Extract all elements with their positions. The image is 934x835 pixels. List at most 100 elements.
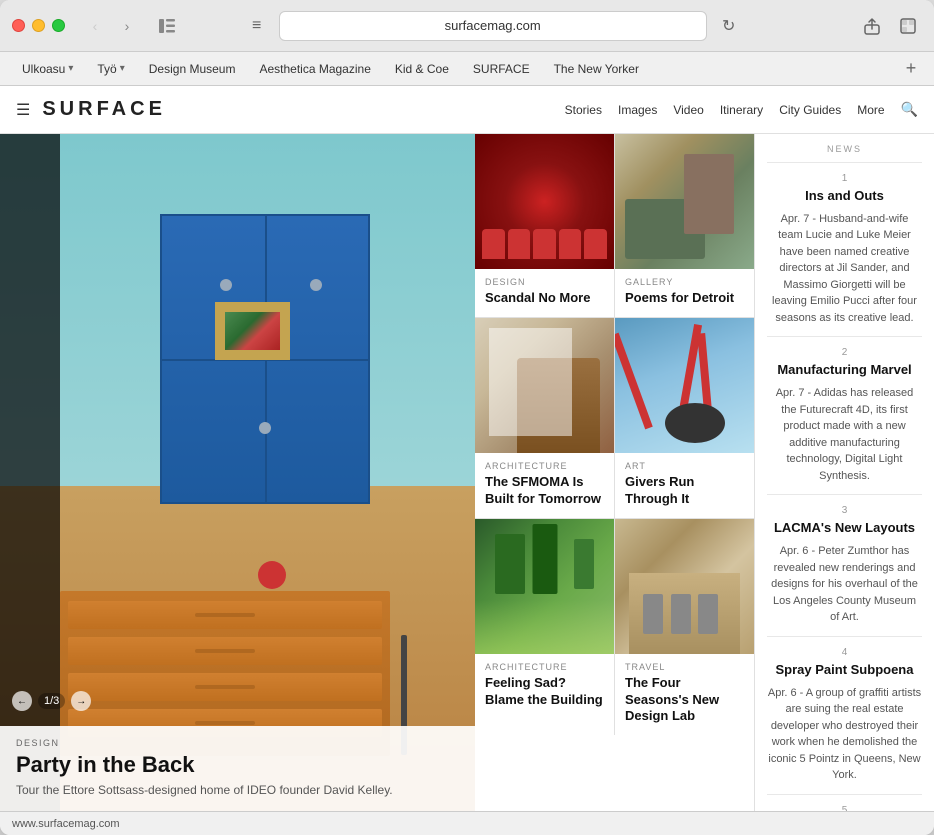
bookmark-design-museum[interactable]: Design Museum [139, 58, 246, 80]
website: ☰ SURFACE Stories Images Video Itinerary… [0, 86, 934, 811]
bookmark-aesthetica[interactable]: Aesthetica Magazine [249, 58, 380, 80]
hero-section[interactable]: ← 1/3 → DESIGN Party in the Back Tour th… [0, 134, 475, 811]
title-bar: ‹ › ≡ surfacemag.com ↻ [0, 0, 934, 52]
bookmark-ulkoasu[interactable]: Ulkoasu [12, 58, 83, 80]
sidebar-text-3: Apr. 6 - Peter Zumthor has revealed new … [767, 543, 922, 626]
grid-caption-4: ART Givers Run Through It [615, 453, 754, 518]
hero-page-label: 1/3 [44, 695, 59, 707]
sidebar-item-1[interactable]: 1 Ins and Outs Apr. 7 - Husband-and-wife… [767, 162, 922, 336]
hero-caption: DESIGN Party in the Back Tour the Ettore… [0, 726, 475, 811]
drawer-handle-1 [195, 613, 255, 617]
grid-category-2: GALLERY [625, 277, 744, 287]
main-content: ← 1/3 → DESIGN Party in the Back Tour th… [0, 134, 934, 811]
grid-item-4[interactable]: ART Givers Run Through It [615, 318, 754, 518]
sidebar-item-2[interactable]: 2 Manufacturing Marvel Apr. 7 - Adidas h… [767, 336, 922, 494]
drawer-handle-2 [195, 649, 255, 653]
url-bar[interactable]: surfacemag.com [279, 11, 707, 41]
grid-item-6[interactable]: TRAVEL The Four Seasons's New Design Lab [615, 519, 754, 736]
grid-title-5: Feeling Sad? Blame the Building [485, 675, 604, 709]
grid-container: DESIGN Scandal No More GALLERY Poems for… [475, 134, 754, 735]
grid-item-2[interactable]: GALLERY Poems for Detroit [615, 134, 754, 317]
sidebar-text-2: Apr. 7 - Adidas has released the Futurec… [767, 385, 922, 484]
traffic-lights [12, 19, 65, 32]
dresser-drawer-2 [68, 637, 382, 665]
minimize-button[interactable] [32, 19, 45, 32]
site-header: ☰ SURFACE Stories Images Video Itinerary… [0, 86, 934, 134]
new-tab-button[interactable] [894, 12, 922, 40]
grid-section: DESIGN Scandal No More GALLERY Poems for… [475, 134, 754, 811]
bookmarks-bar: Ulkoasu Työ Design Museum Aesthetica Mag… [0, 52, 934, 86]
cabinet-handle-tr [310, 279, 322, 291]
back-button[interactable]: ‹ [81, 12, 109, 40]
toolbar-right [858, 12, 922, 40]
refresh-button[interactable]: ↻ [715, 12, 743, 40]
sidebar-title-1: Ins and Outs [767, 188, 922, 205]
grid-image-2 [615, 134, 754, 269]
bookmark-surface[interactable]: SURFACE [463, 58, 540, 80]
grid-title-4: Givers Run Through It [625, 474, 744, 508]
hero-next-button[interactable]: → [71, 691, 91, 711]
grid-category-5: ARCHITECTURE [485, 662, 604, 672]
close-button[interactable] [12, 19, 25, 32]
search-icon[interactable]: 🔍 [901, 101, 918, 118]
grid-item-1[interactable]: DESIGN Scandal No More [475, 134, 614, 317]
grid-title-2: Poems for Detroit [625, 290, 744, 307]
grid-title-6: The Four Seasons's New Design Lab [625, 675, 744, 726]
grid-item-5[interactable]: ARCHITECTURE Feeling Sad? Blame the Buil… [475, 519, 614, 736]
hero-nav: ← 1/3 → [12, 691, 91, 711]
grid-category-6: TRAVEL [625, 662, 744, 672]
sidebar-num-4: 4 [767, 647, 922, 658]
sidebar-item-5[interactable]: 5 Side Hustles Apr. 6 - Hood by Air is b… [767, 794, 922, 811]
grid-caption-5: ARCHITECTURE Feeling Sad? Blame the Buil… [475, 654, 614, 719]
sidebar-toggle-button[interactable] [153, 12, 181, 40]
grid-image-1 [475, 134, 614, 269]
dresser-drawer-1 [68, 601, 382, 629]
hero-category: DESIGN [16, 738, 459, 748]
red-object [258, 561, 286, 589]
grid-caption-2: GALLERY Poems for Detroit [615, 269, 754, 317]
nav-images[interactable]: Images [618, 103, 657, 117]
status-url: www.surfacemag.com [12, 818, 120, 830]
site-nav: Stories Images Video Itinerary City Guid… [565, 101, 918, 118]
right-sidebar: NEWS 1 Ins and Outs Apr. 7 - Husband-and… [754, 134, 934, 811]
bookmark-kid-coe[interactable]: Kid & Coe [385, 58, 459, 80]
nav-more[interactable]: More [857, 103, 884, 117]
grid-item-3[interactable]: ARCHITECTURE The SFMOMA Is Built for Tom… [475, 318, 614, 518]
hamburger-icon[interactable]: ☰ [16, 100, 30, 120]
cabinet-handle-tl [220, 279, 232, 291]
nav-buttons: ‹ › [81, 12, 141, 40]
sidebar-title-2: Manufacturing Marvel [767, 362, 922, 379]
picture-art [225, 312, 280, 350]
browser-window: ‹ › ≡ surfacemag.com ↻ [0, 0, 934, 835]
maximize-button[interactable] [52, 19, 65, 32]
url-bar-container: ≡ surfacemag.com ↻ [243, 11, 743, 41]
add-tab-button[interactable]: + [900, 58, 922, 80]
menu-button[interactable]: ≡ [243, 12, 271, 40]
dresser-drawer-3 [68, 673, 382, 701]
nav-itinerary[interactable]: Itinerary [720, 103, 763, 117]
sidebar-num-2: 2 [767, 347, 922, 358]
bookmark-tyo[interactable]: Työ [87, 58, 134, 80]
grid-caption-1: DESIGN Scandal No More [475, 269, 614, 317]
sidebar-text-1: Apr. 7 - Husband-and-wife team Lucie and… [767, 211, 922, 327]
grid-caption-3: ARCHITECTURE The SFMOMA Is Built for Tom… [475, 453, 614, 518]
grid-image-3 [475, 318, 614, 453]
hero-page-indicator: 1/3 [38, 693, 65, 709]
grid-category-4: ART [625, 461, 744, 471]
hero-prev-button[interactable]: ← [12, 691, 32, 711]
site-logo: SURFACE [42, 98, 166, 121]
nav-video[interactable]: Video [673, 103, 703, 117]
bookmark-new-yorker[interactable]: The New Yorker [544, 58, 649, 80]
drawer-handle-4 [195, 721, 255, 725]
sidebar-item-4[interactable]: 4 Spray Paint Subpoena Apr. 6 - A group … [767, 636, 922, 794]
nav-city-guides[interactable]: City Guides [779, 103, 841, 117]
grid-category-1: DESIGN [485, 277, 604, 287]
share-button[interactable] [858, 12, 886, 40]
hero-subtitle: Tour the Ettore Sottsass-designed home o… [16, 782, 459, 799]
grid-title-3: The SFMOMA Is Built for Tomorrow [485, 474, 604, 508]
sidebar-item-3[interactable]: 3 LACMA's New Layouts Apr. 6 - Peter Zum… [767, 494, 922, 635]
nav-stories[interactable]: Stories [565, 103, 602, 117]
hero-title: Party in the Back [16, 752, 459, 778]
forward-button[interactable]: › [113, 12, 141, 40]
sidebar-text-4: Apr. 6 - A group of graffiti artists are… [767, 685, 922, 784]
